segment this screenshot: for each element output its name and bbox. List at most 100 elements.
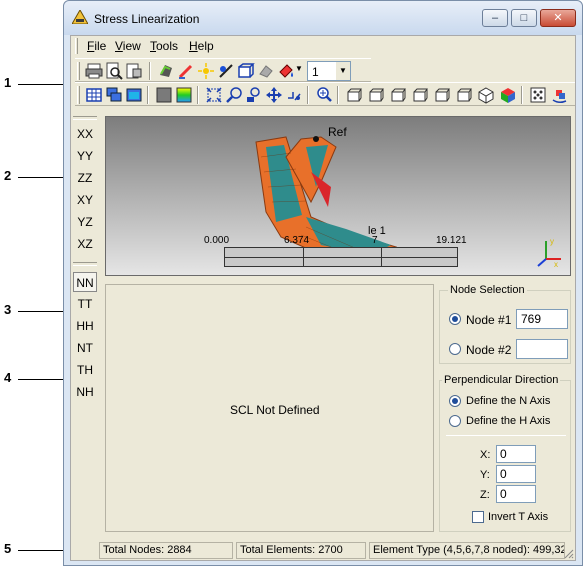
view-top-icon[interactable]: [389, 86, 407, 104]
component-th[interactable]: TH: [73, 360, 97, 380]
z-field[interactable]: 0: [496, 485, 536, 503]
scale-label-mid2: 7: [372, 235, 378, 246]
view-front-icon[interactable]: [345, 86, 363, 104]
node1-field[interactable]: 769: [516, 309, 568, 329]
view-iso-color-icon[interactable]: [499, 86, 517, 104]
fill-dropdown-icon[interactable]: ▼: [295, 64, 303, 73]
pan-icon[interactable]: [265, 86, 283, 104]
cube-rotate-icon[interactable]: [551, 86, 569, 104]
node-selection-legend: Node Selection: [448, 284, 527, 296]
menu-file[interactable]: File: [87, 39, 106, 53]
component-zz[interactable]: ZZ: [73, 168, 97, 188]
node1-radio[interactable]: [449, 313, 461, 325]
node1-label: Node #1: [466, 313, 512, 327]
zoom-fit-icon[interactable]: [205, 86, 223, 104]
panel-grip: [73, 116, 97, 120]
panel-grip-2: [73, 262, 97, 266]
view-left-icon[interactable]: [433, 86, 451, 104]
node2-label: Node #2: [466, 343, 512, 357]
scale-bar-tick-1: [303, 248, 304, 266]
component-yy[interactable]: YY: [73, 146, 97, 166]
x-field[interactable]: 0: [496, 445, 536, 463]
gray-fill-icon[interactable]: [155, 86, 173, 104]
axis-select-icon[interactable]: [217, 62, 235, 80]
maximize-button[interactable]: □: [511, 9, 537, 27]
color-contour-icon[interactable]: [175, 86, 193, 104]
grid-view-icon[interactable]: [85, 86, 103, 104]
toolbar-grip-2: [77, 86, 80, 104]
stress-component-panel: XX YY ZZ XY YZ XZ: [71, 108, 99, 251]
y-field[interactable]: 0: [496, 465, 536, 483]
node-points-icon[interactable]: [197, 62, 215, 80]
toolbar-top: ▼ 1 ▼: [75, 58, 371, 82]
node-selection-group: Node Selection Node #1 769 Node #2: [439, 284, 571, 364]
invert-t-checkbox[interactable]: [472, 511, 484, 523]
toolbar-separator: [149, 62, 151, 80]
app-icon: [72, 10, 88, 24]
axis-label-x: x: [554, 260, 558, 269]
toolbar-separator-3: [197, 86, 199, 104]
zoom-in-icon[interactable]: [315, 86, 333, 104]
mesh-tool-icon[interactable]: [157, 62, 175, 80]
status-element-type: Element Type (4,5,6,7,8 noded): 499,325: [369, 542, 565, 559]
component-hh[interactable]: HH: [73, 316, 97, 336]
zoom-person-icon[interactable]: [245, 86, 263, 104]
menu-view[interactable]: View: [115, 39, 141, 53]
define-h-radio[interactable]: [449, 415, 461, 427]
callout-2: 2: [4, 168, 12, 183]
ref-label: Ref: [328, 125, 347, 139]
component-nh[interactable]: NH: [73, 382, 97, 402]
component-yz[interactable]: YZ: [73, 212, 97, 232]
view-right-icon[interactable]: [455, 86, 473, 104]
scale-label-max: 19.121: [436, 235, 467, 246]
minimize-button[interactable]: –: [482, 9, 508, 27]
view-bottom-icon[interactable]: [411, 86, 429, 104]
linearization-plot: SCL Not Defined: [105, 284, 434, 532]
node2-radio[interactable]: [449, 343, 461, 355]
toolbar-separator-5: [337, 86, 339, 104]
rotate-icon[interactable]: [285, 86, 303, 104]
scale-bar-divider: [225, 257, 457, 258]
menu-help[interactable]: Help: [189, 39, 214, 53]
component-tt[interactable]: TT: [73, 294, 97, 314]
view-back-icon[interactable]: [367, 86, 385, 104]
scale-label-min: 0.000: [204, 235, 230, 246]
close-button[interactable]: ✕: [540, 9, 576, 27]
component-nt[interactable]: NT: [73, 338, 97, 358]
scale-bar: [224, 247, 458, 267]
invert-t-label: Invert T Axis: [488, 511, 549, 523]
tile-view-icon[interactable]: [125, 86, 143, 104]
node2-field[interactable]: [516, 339, 568, 359]
scale-label-mid: 6.374: [284, 235, 310, 246]
cascade-view-icon[interactable]: [105, 86, 123, 104]
page-setup-icon[interactable]: [125, 62, 143, 80]
step-selector[interactable]: 1 ▼: [307, 61, 351, 81]
component-xz[interactable]: XZ: [73, 234, 97, 254]
pencil-mesh-icon[interactable]: [177, 62, 195, 80]
model-viewport[interactable]: Ref le 1 0.000 6.374 7 19.121 y x: [105, 116, 571, 276]
print-preview-icon[interactable]: [105, 62, 123, 80]
title-bar[interactable]: Stress Linearization – □ ✕: [64, 1, 582, 35]
surface-icon[interactable]: [257, 62, 275, 80]
callout-4: 4: [4, 370, 12, 385]
dice-icon[interactable]: [529, 86, 547, 104]
resize-grip-icon[interactable]: [564, 549, 574, 559]
fill-color-icon[interactable]: [277, 62, 295, 80]
view-iso-icon[interactable]: [477, 86, 495, 104]
component-nn[interactable]: NN: [73, 272, 97, 292]
zoom-window-icon[interactable]: [225, 86, 243, 104]
status-total-elements: Total Elements: 2700: [236, 542, 366, 559]
define-n-radio[interactable]: [449, 395, 461, 407]
chevron-down-icon[interactable]: ▼: [336, 62, 350, 80]
local-component-panel: NN TT HH NT TH NH: [71, 260, 99, 406]
component-xy[interactable]: XY: [73, 190, 97, 210]
callout-1: 1: [4, 75, 12, 90]
toolbar-separator-4: [307, 86, 309, 104]
window-title: Stress Linearization: [94, 12, 200, 26]
menu-tools[interactable]: Tools: [150, 39, 178, 53]
print-icon[interactable]: [85, 62, 103, 80]
element-box-icon[interactable]: [237, 62, 255, 80]
define-n-label: Define the N Axis: [466, 395, 551, 407]
component-xx[interactable]: XX: [73, 124, 97, 144]
menu-bar: File View Tools Help: [71, 36, 575, 56]
